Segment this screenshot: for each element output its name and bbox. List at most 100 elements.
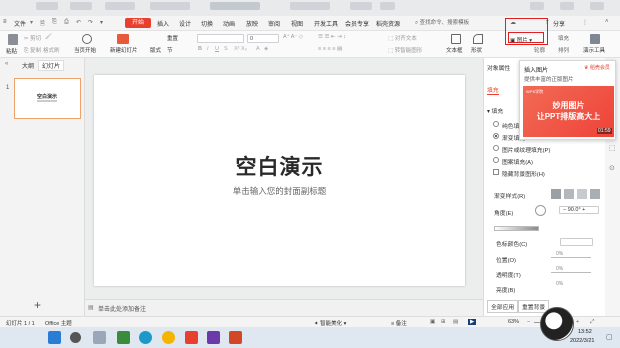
ppt-tools-icon[interactable]: [590, 34, 600, 44]
view-sorter-icon[interactable]: ⊞: [441, 319, 446, 325]
more-options-icon[interactable]: ⋮: [582, 19, 588, 26]
tab-placeholder[interactable]: [70, 2, 92, 10]
windows-start-icon[interactable]: [48, 331, 61, 344]
section-button[interactable]: 节: [167, 46, 173, 54]
tab-transition[interactable]: 切换: [201, 19, 213, 28]
tutorial-video-banner[interactable]: WPS学院 妙用图片 让PPT排版高大上 01:59: [523, 86, 614, 137]
paste-icon[interactable]: [8, 34, 18, 45]
fit-window-icon[interactable]: ⤢: [590, 319, 594, 326]
more-icon[interactable]: ▾: [100, 19, 103, 26]
tab-slideshow[interactable]: 放映: [246, 19, 258, 28]
font-size-select[interactable]: 0: [247, 34, 279, 43]
font-family-select[interactable]: [197, 34, 244, 43]
tab-placeholder[interactable]: [350, 2, 372, 10]
italic-icon[interactable]: I: [207, 46, 209, 52]
chrome-icon[interactable]: [162, 331, 175, 344]
gradient-style-option[interactable]: [590, 189, 600, 199]
superscript-icon[interactable]: X² X₂: [234, 46, 247, 52]
fill-button[interactable]: 填充: [558, 34, 569, 42]
location-icon[interactable]: ⊙: [609, 164, 615, 172]
undo-icon[interactable]: ↶: [76, 19, 81, 26]
zoom-out-icon[interactable]: −: [527, 319, 530, 325]
reset-button[interactable]: 重置: [167, 34, 178, 42]
tab-insert[interactable]: 插入: [157, 19, 169, 28]
smart-beautify-button[interactable]: ✦ 智能美化 ▾: [314, 319, 346, 327]
notification-icon[interactable]: ▢: [606, 333, 613, 341]
quick-access-icon[interactable]: ⎘: [52, 19, 57, 26]
format-painter-button[interactable]: 格式刷: [43, 46, 60, 54]
gradient-fill-radio[interactable]: [493, 133, 499, 139]
play-icon[interactable]: [82, 34, 92, 44]
solid-fill-radio[interactable]: [493, 121, 499, 127]
shadow-icon[interactable]: S: [224, 46, 228, 52]
notes-toggle-button[interactable]: ≡ 备注: [391, 319, 407, 327]
font-grow-icon[interactable]: A⁺ A⁻ ◇: [283, 34, 303, 40]
notes-placeholder[interactable]: 单击此处添加备注: [98, 304, 146, 313]
save-icon[interactable]: 🗎: [40, 19, 45, 29]
search-taskbar-icon[interactable]: [70, 332, 81, 343]
panel-menu-icon[interactable]: «: [5, 61, 8, 67]
copy-button[interactable]: ⎘ 复制: [24, 46, 41, 55]
angle-dial[interactable]: [535, 205, 546, 216]
wps-icon[interactable]: [185, 331, 198, 344]
play-from-current-button[interactable]: 当页开始: [74, 46, 96, 54]
list-icons[interactable]: ☰ ☰ ⇤ ⇥ ↕: [318, 34, 346, 40]
angle-input[interactable]: − 90.0° +: [559, 206, 599, 214]
gradient-style-option[interactable]: [564, 189, 574, 199]
tab-start[interactable]: 开始: [125, 18, 151, 28]
app-icon[interactable]: [207, 331, 220, 344]
gradient-style-option[interactable]: [577, 189, 587, 199]
align-text-button[interactable]: ⬚ 对齐文本: [388, 34, 417, 42]
clear-format-icon[interactable]: ◈: [264, 46, 268, 52]
arrange-button[interactable]: 排列: [558, 46, 569, 54]
view-reading-icon[interactable]: ▤: [453, 319, 458, 325]
tab-placeholder[interactable]: [105, 2, 135, 10]
add-slide-button[interactable]: +: [34, 298, 41, 312]
chevron-down-icon[interactable]: ▾: [30, 19, 33, 26]
hamburger-icon[interactable]: ≡: [3, 19, 7, 25]
window-control[interactable]: [590, 2, 604, 10]
format-painter-icon[interactable]: 🖌: [45, 34, 52, 40]
slide-canvas[interactable]: 空白演示 单击输入您的封面副标题: [94, 75, 465, 286]
tab-design[interactable]: 设计: [179, 19, 191, 28]
select-icon[interactable]: ⬚: [609, 144, 616, 152]
cut-button[interactable]: ✂ 剪切: [24, 34, 41, 42]
picture-fill-radio[interactable]: [493, 145, 499, 151]
paste-button[interactable]: 粘贴: [6, 47, 17, 55]
tab-placeholder[interactable]: [290, 2, 330, 10]
apply-all-button[interactable]: 全部应用: [487, 300, 519, 313]
slide-thumbnail[interactable]: 空白演示: [14, 78, 81, 119]
outline-button[interactable]: 轮廓: [534, 46, 545, 54]
text-box-button[interactable]: 文本框: [446, 46, 463, 54]
tab-placeholder[interactable]: [380, 2, 395, 10]
tab-placeholder[interactable]: [210, 2, 260, 10]
text-box-icon[interactable]: [451, 34, 461, 44]
window-control[interactable]: [560, 2, 574, 10]
layout-button[interactable]: 版式: [150, 46, 161, 54]
position-slider[interactable]: [551, 257, 591, 258]
tab-placeholder[interactable]: [150, 2, 190, 10]
tab-fill[interactable]: 填充: [487, 85, 499, 95]
redo-icon[interactable]: ↷: [88, 19, 93, 26]
new-slide-icon[interactable]: [117, 34, 129, 44]
app-icon[interactable]: [229, 331, 242, 344]
tab-animation[interactable]: 动画: [223, 19, 235, 28]
tab-review[interactable]: 审阅: [268, 19, 280, 28]
zoom-in-icon[interactable]: +: [576, 319, 579, 325]
pattern-fill-radio[interactable]: [493, 157, 499, 163]
gradient-style-option[interactable]: [551, 189, 561, 199]
view-normal-icon[interactable]: ▣: [430, 319, 435, 325]
notes-bar[interactable]: ▤ 单击此处添加备注: [85, 299, 483, 316]
file-menu[interactable]: 文件: [14, 19, 26, 28]
convert-smartart-button[interactable]: ⬚ 转智能图形: [388, 46, 422, 54]
color-stop-picker[interactable]: [560, 238, 593, 246]
slide-subtitle[interactable]: 单击输入您的封面副标题: [94, 185, 465, 197]
slide-title[interactable]: 空白演示: [94, 151, 465, 181]
underline-icon[interactable]: U: [215, 46, 219, 52]
transparency-slider[interactable]: [551, 272, 591, 273]
print-icon[interactable]: ⎙: [64, 19, 69, 26]
tab-placeholder[interactable]: [36, 2, 58, 10]
app-icon[interactable]: [117, 331, 130, 344]
align-icons[interactable]: ≡ ≡ ≡ ≡ ▤: [318, 46, 342, 52]
search-box[interactable]: ⌕ 查找命令、搜索模板: [415, 18, 495, 29]
